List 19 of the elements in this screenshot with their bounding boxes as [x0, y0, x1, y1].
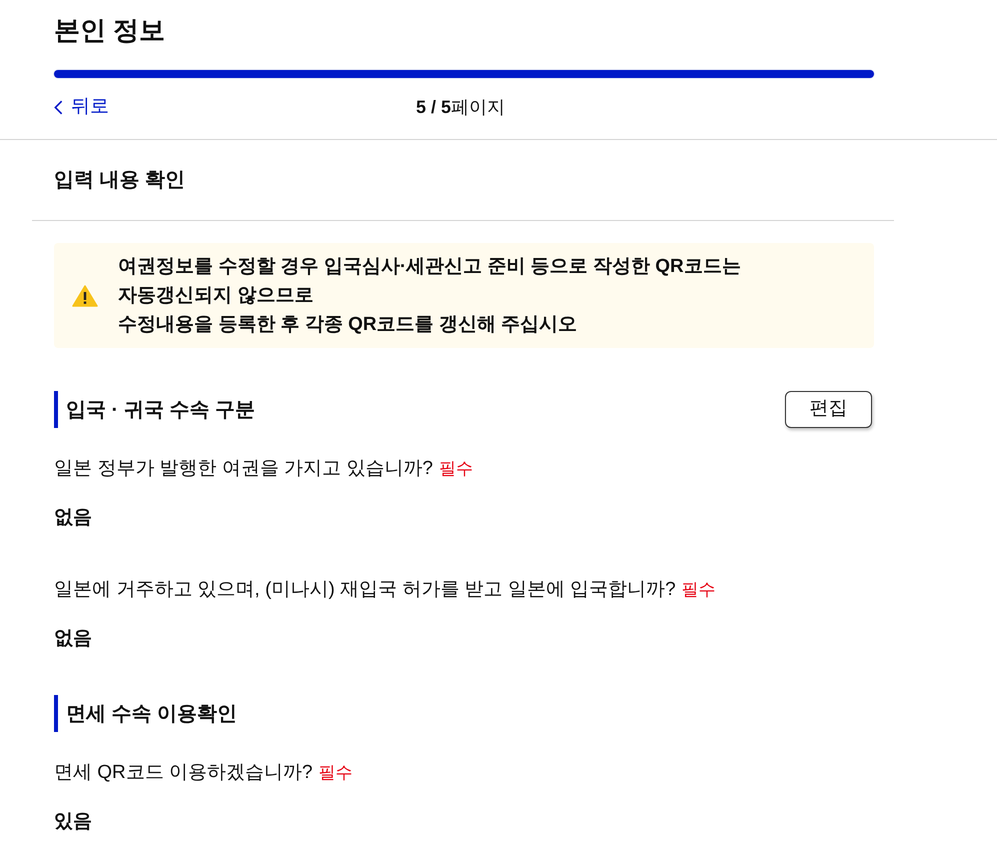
question-text: 일본에 거주하고 있으며, (미나시) 재입국 허가를 받고 일본에 입국합니까? [54, 578, 676, 602]
warning-icon [72, 284, 98, 306]
answer-text: 없음 [54, 626, 92, 650]
notice-text: 여권정보를 수정할 경우 입국심사·세관신고 준비 등으로 작성한 QR코드는 자동갱신되지 않으므로 수정내용을 등록한 후 각종 QR코드를 갱신해 주십시오 [118, 255, 741, 337]
required-label: 필수 [438, 458, 473, 480]
page-title: 본인 정보 [54, 14, 166, 47]
required-label: 필수 [682, 579, 716, 601]
chevron-left-icon [54, 100, 63, 114]
section-heading: 면세 수속 이용확인 [54, 695, 238, 732]
question-text: 면세 QR코드 이용하겠습니까? [54, 761, 313, 785]
back-link[interactable]: 뒤로 [54, 92, 109, 122]
page-indicator: 5 / 5페이지 [416, 96, 506, 118]
section-title: 입력 내용 확인 [54, 168, 186, 193]
question-text: 일본 정부가 발행한 여권을 가지고 있습니까? [54, 457, 433, 481]
answer-text: 없음 [54, 506, 92, 530]
edit-button[interactable]: 편집 [785, 391, 872, 428]
answer-text: 있음 [54, 810, 92, 834]
required-label: 필수 [318, 762, 353, 784]
section-heading: 입국 · 귀국 수속 구분 [54, 391, 255, 428]
